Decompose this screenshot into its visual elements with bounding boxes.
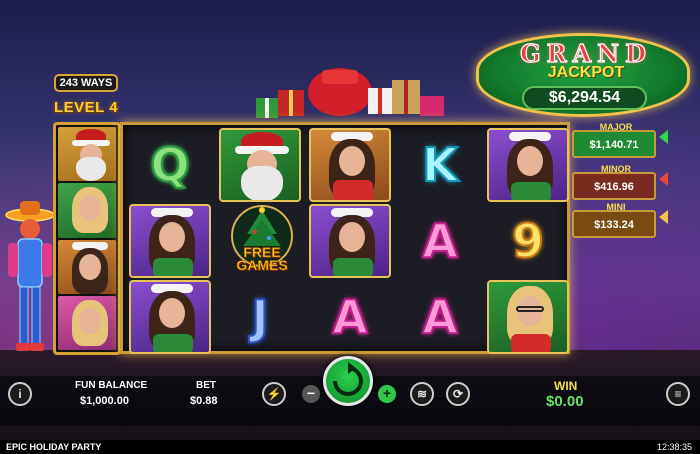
bonus-blonde-pink-symbol bbox=[58, 295, 116, 350]
bonus-blonde-elf-symbol bbox=[58, 183, 116, 238]
game-title: EPIC HOLIDAY PARTY bbox=[6, 442, 102, 452]
symbol-brunette-green bbox=[129, 280, 211, 354]
free-games-scatter-symbol: FREE GAMES bbox=[227, 204, 297, 276]
clock: 12:38:35 bbox=[656, 442, 692, 452]
mini-amount: $133.24 bbox=[594, 219, 634, 231]
level-indicator: LEVEL 4 bbox=[54, 99, 119, 116]
symbol-santa bbox=[219, 128, 301, 202]
bet-label: BET bbox=[196, 380, 216, 391]
lightning-icon: ⚡ bbox=[266, 387, 282, 401]
bet-value: $0.88 bbox=[190, 395, 218, 407]
minor-label: MINOR bbox=[601, 164, 631, 174]
mini-arrow-icon bbox=[659, 210, 668, 224]
cycle-icon: ⟳ bbox=[452, 387, 464, 401]
symbol-a: A bbox=[331, 289, 369, 345]
holiday-gifts-decoration bbox=[256, 68, 444, 118]
symbol-a: A bbox=[421, 213, 459, 269]
status-bar: EPIC HOLIDAY PARTY 12:38:35 bbox=[0, 440, 700, 454]
bonus-symbol-column bbox=[53, 122, 121, 355]
menu-button[interactable]: ≡ bbox=[666, 382, 690, 406]
grand-jackpot-sign: GRAND JACKPOT $6,294.54 bbox=[476, 33, 690, 117]
ways-badge: 243 WAYS bbox=[54, 74, 118, 92]
fun-balance-value: $1,000.00 bbox=[80, 395, 129, 407]
symbol-j: J bbox=[250, 289, 269, 345]
refresh-arrow-icon bbox=[333, 362, 363, 396]
symbol-brunette-elf bbox=[309, 128, 391, 202]
autoplay-button[interactable]: ≋ bbox=[410, 382, 434, 406]
bet-increase-button[interactable]: + bbox=[378, 385, 396, 403]
major-amount: $1,140.71 bbox=[589, 139, 639, 151]
minor-jackpot: MINOR $416.96 bbox=[572, 164, 656, 200]
free-games-line2: GAMES bbox=[236, 257, 288, 273]
coin-stack-icon: ≋ bbox=[416, 387, 428, 401]
symbol-a: A bbox=[421, 289, 459, 345]
symbol-9: 9 bbox=[511, 213, 545, 269]
symbol-blonde-glasses bbox=[487, 280, 569, 354]
major-jackpot: MAJOR $1,140.71 bbox=[572, 122, 656, 158]
quickspin-button[interactable]: ⟳ bbox=[446, 382, 470, 406]
mini-jackpot: MINI $133.24 bbox=[572, 202, 656, 238]
jackpot-word: JACKPOT bbox=[547, 64, 625, 81]
spin-button[interactable] bbox=[323, 356, 373, 406]
major-arrow-icon bbox=[659, 130, 668, 144]
neon-cowboy-sign bbox=[5, 201, 55, 351]
win-value: $0.00 bbox=[546, 393, 584, 410]
bonus-santa-symbol bbox=[58, 127, 116, 182]
win-label: WIN bbox=[554, 379, 578, 393]
fun-balance-label: FUN BALANCE bbox=[75, 380, 148, 391]
symbol-k: K bbox=[421, 137, 459, 193]
minor-amount: $416.96 bbox=[594, 181, 634, 193]
symbol-brunette-green bbox=[309, 204, 391, 278]
symbol-brunette-green bbox=[487, 128, 569, 202]
mini-label: MINI bbox=[606, 202, 626, 212]
info-button[interactable]: i bbox=[8, 382, 32, 406]
reel-grid: Q K FREE GAMES A 9 J A A bbox=[120, 122, 570, 354]
bonus-brunette-symbol bbox=[58, 239, 116, 294]
turbo-button[interactable]: ⚡ bbox=[262, 382, 286, 406]
major-label: MAJOR bbox=[599, 122, 633, 132]
grand-jackpot-amount: $6,294.54 bbox=[522, 86, 647, 110]
symbol-brunette-green bbox=[129, 204, 211, 278]
symbol-q: Q bbox=[149, 137, 190, 193]
minor-arrow-icon bbox=[659, 172, 668, 186]
bet-decrease-button[interactable]: − bbox=[302, 385, 320, 403]
